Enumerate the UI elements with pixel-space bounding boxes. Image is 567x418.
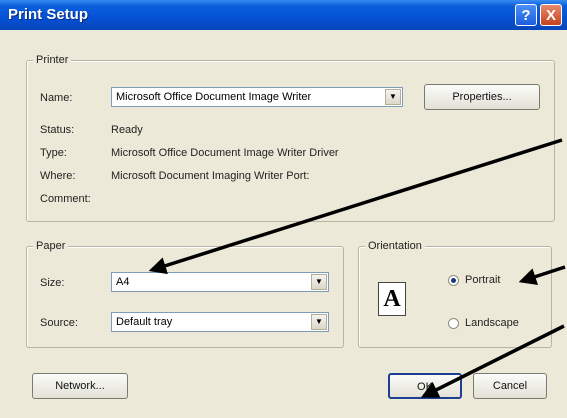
annotation-arrows [148, 138, 566, 398]
arrow-to-ok [420, 324, 565, 398]
arrow-to-portrait [518, 265, 566, 285]
arrow-to-paper-size [148, 138, 563, 275]
